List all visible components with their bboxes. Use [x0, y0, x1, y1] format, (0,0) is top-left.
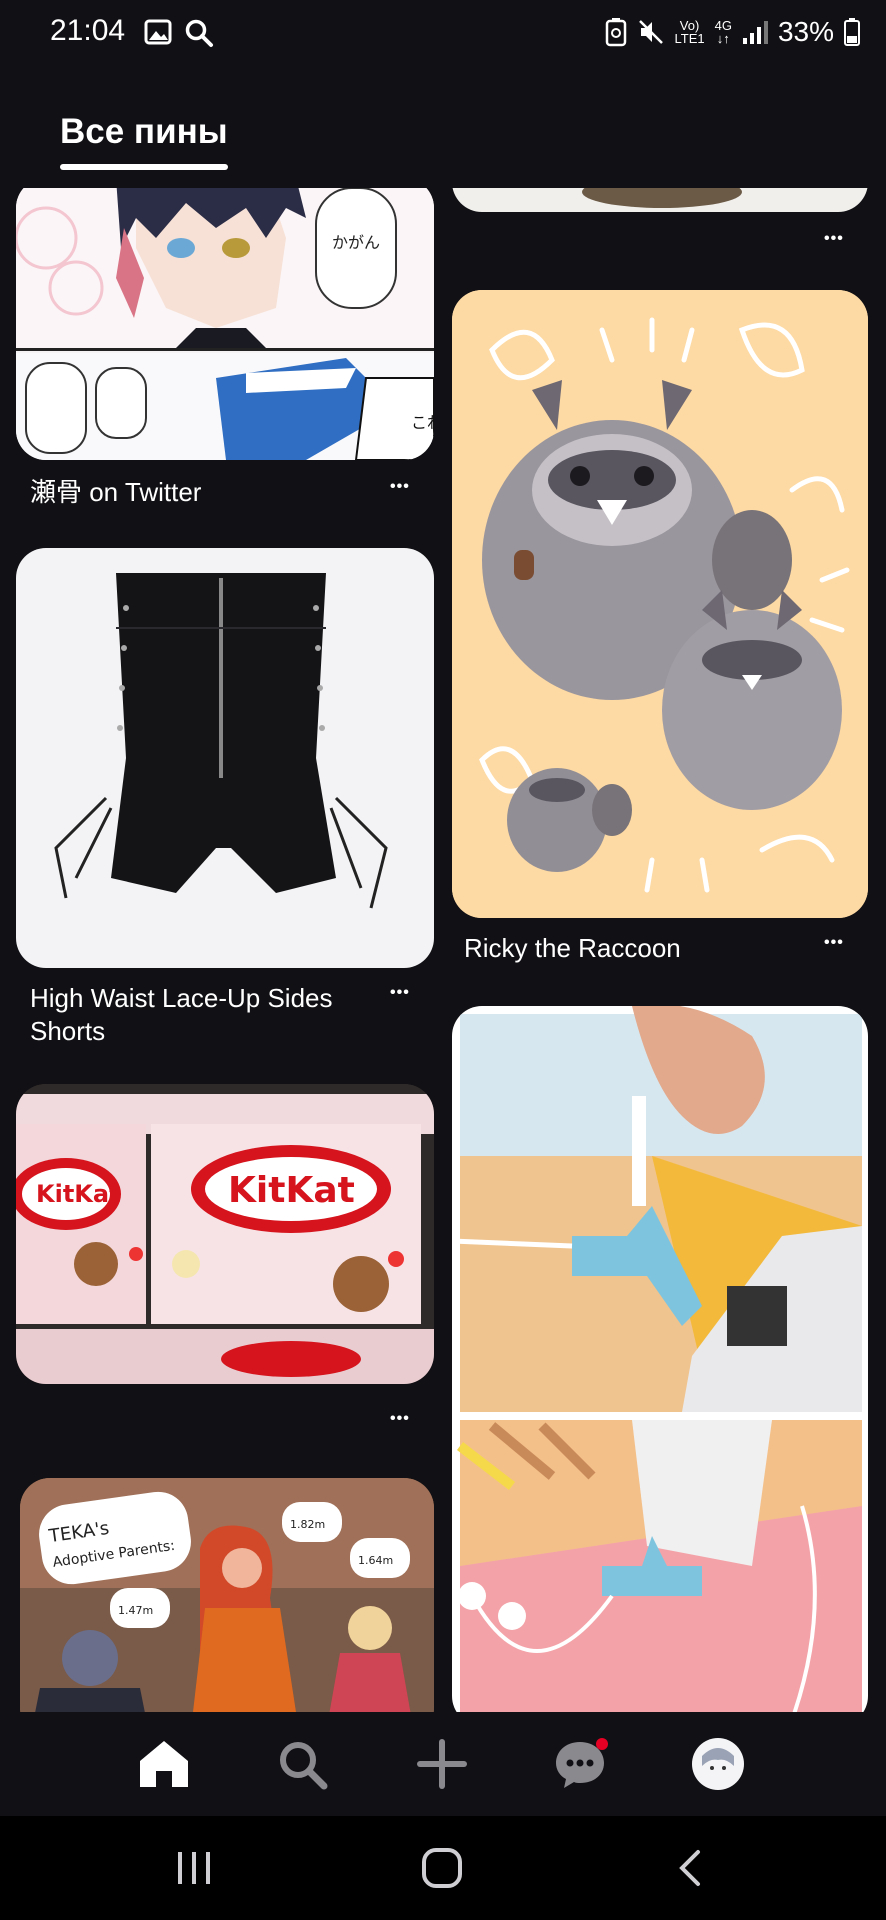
plus-icon: [417, 1739, 467, 1789]
bottom-navigation: [0, 1712, 886, 1816]
pin-image-partial[interactable]: [452, 188, 868, 212]
nav-home[interactable]: [132, 1732, 196, 1796]
battery-percent: 33%: [777, 16, 834, 47]
nav-search[interactable]: [270, 1732, 334, 1796]
pin-more-button[interactable]: •••: [390, 984, 410, 1002]
search-icon: [280, 1742, 328, 1790]
volte-indicator: Vo) LTE1: [674, 18, 705, 46]
svg-text:1.64m: 1.64m: [358, 1554, 393, 1567]
svg-text:かがん: かがん: [332, 233, 380, 252]
pin-more-button[interactable]: •••: [390, 1410, 410, 1428]
home-icon: [140, 1741, 188, 1787]
svg-text:KitKat: KitKat: [36, 1180, 121, 1208]
tab-all-pins[interactable]: Все пины: [60, 112, 228, 152]
feed-header: Все пины: [0, 66, 886, 188]
pin-more-button[interactable]: •••: [824, 230, 844, 248]
pin-title[interactable]: High Waist Lace-Up Sides Shorts: [30, 982, 370, 1048]
pin-more-button[interactable]: •••: [824, 934, 844, 952]
network-type: 4G ↓↑: [714, 18, 732, 46]
svg-text:これが: これが: [411, 413, 434, 432]
nav-profile[interactable]: [686, 1732, 750, 1796]
clock: 21:04: [50, 14, 126, 47]
back-button[interactable]: [660, 1846, 720, 1890]
gallery-icon: [144, 19, 172, 45]
pin-image-comic[interactable]: TEKA's Adoptive Parents: 1.82m 1.64m 1.4…: [20, 1478, 434, 1712]
pin-image-manga[interactable]: かがん これが: [16, 188, 434, 460]
nav-create[interactable]: [410, 1732, 474, 1796]
messages-icon: [556, 1738, 608, 1788]
pin-image-shorts[interactable]: [16, 548, 434, 968]
nav-messages[interactable]: [548, 1732, 612, 1796]
signal-icon: [742, 21, 768, 44]
recent-apps-button[interactable]: [164, 1846, 224, 1890]
pin-image-raccoon[interactable]: [452, 290, 868, 918]
battery-saver-icon: [605, 18, 626, 47]
search-status-icon: [185, 19, 213, 47]
svg-text:KitKat: KitKat: [228, 1170, 355, 1211]
avatar: [692, 1738, 744, 1790]
svg-text:1.47m: 1.47m: [118, 1604, 153, 1617]
tab-underline: [60, 164, 228, 170]
pin-title[interactable]: Ricky the Raccoon: [464, 932, 681, 965]
home-button[interactable]: [412, 1846, 472, 1890]
pin-image-splitter[interactable]: [452, 1006, 868, 1712]
pin-more-button[interactable]: •••: [390, 478, 410, 496]
pin-title[interactable]: 瀬骨 on Twitter: [30, 476, 201, 509]
recent-apps-icon: [178, 1852, 210, 1884]
back-icon: [679, 1850, 700, 1886]
pin-feed[interactable]: ••• かがん これが 瀬骨 on Twitter •••: [0, 188, 886, 1712]
svg-text:1.82m: 1.82m: [290, 1518, 325, 1531]
status-bar: 21:04 Vo) LTE1 4G ↓↑ 33%: [0, 0, 886, 66]
system-navigation: [0, 1816, 886, 1920]
battery-icon: [844, 18, 860, 46]
mute-icon: [638, 20, 663, 44]
home-circle-icon: [422, 1848, 462, 1888]
pin-image-kitkat[interactable]: KitKat KitKat: [16, 1084, 434, 1384]
